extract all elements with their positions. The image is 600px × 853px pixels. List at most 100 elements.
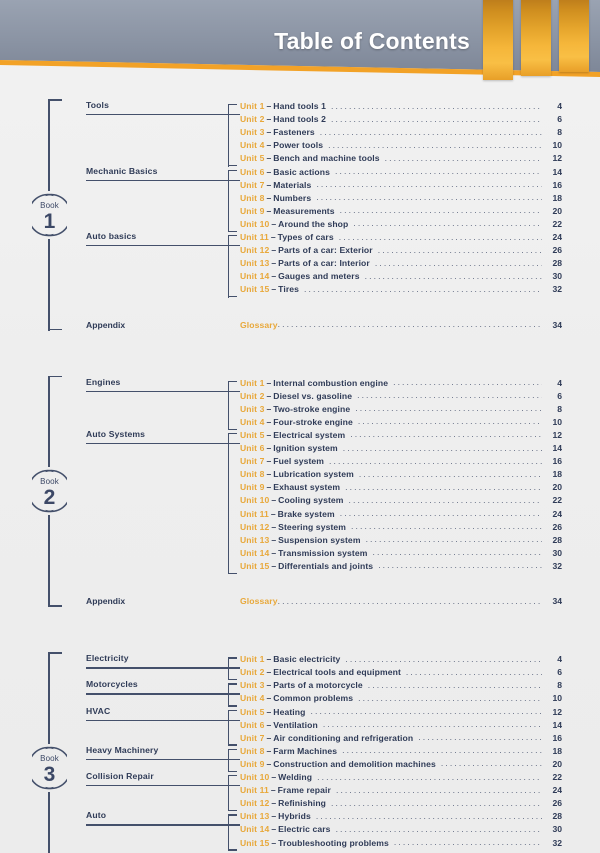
toc-entry[interactable]: Unit 11– Frame repair....................… <box>240 785 562 798</box>
toc-entry[interactable]: Unit 13– Parts of a car: Interior........… <box>240 258 562 271</box>
toc-page: Table of Contents Book 1 Tools Unit 1– Hand … <box>0 0 600 853</box>
category-unit-bracket <box>228 380 237 430</box>
toc-entry[interactable]: Unit 7– Air conditioning and refrigeratio… <box>240 732 562 746</box>
toc-entry-dash: – <box>271 824 277 835</box>
toc-entry-title: Power tools <box>273 140 324 151</box>
toc-entry[interactable]: Unit 1– Hand tools 1.....................… <box>240 101 562 114</box>
glossary-label: Glossary <box>240 596 278 607</box>
toc-entry[interactable]: Unit 2– Diesel vs. gasoline..............… <box>240 390 562 404</box>
toc-entry[interactable]: Unit 8– Lubrication system...............… <box>240 469 562 482</box>
toc-entry-dash: – <box>266 693 272 704</box>
book-bracket-line-lower <box>48 791 50 853</box>
toc-entry-title: Heating <box>273 706 306 717</box>
toc-entry[interactable]: Unit 13– Suspension system...............… <box>240 534 562 548</box>
toc-entry[interactable]: Unit 9– Construction and demolition machi… <box>240 758 562 772</box>
book-bracket-line-lower <box>48 515 50 608</box>
category-rule <box>86 667 232 669</box>
toc-entry-leader-dots: ........................................… <box>328 139 542 150</box>
toc-entry-title: Numbers <box>273 192 312 203</box>
toc-entry-dash: – <box>266 719 272 730</box>
toc-entry-dash: – <box>270 232 276 242</box>
category-rule <box>86 179 232 181</box>
toc-entry[interactable]: Unit 3– Parts of a motorcycle............… <box>240 680 562 693</box>
toc-entry-title: Fuel system <box>273 456 325 467</box>
category-group: Mechanic Basics <box>86 165 234 181</box>
toc-entry[interactable]: Unit 14– Gauges and meters...............… <box>240 271 562 284</box>
unit-bracket-tick-bottom <box>228 296 237 298</box>
toc-entry[interactable]: Unit 5– Electrical system................… <box>240 429 562 443</box>
book-badge-number: 3 <box>43 762 56 786</box>
glossary-entry[interactable]: Glossary................................… <box>240 319 562 333</box>
toc-entry-page-number: 6 <box>557 390 562 401</box>
toc-entry-leader-dots: ........................................… <box>355 403 542 414</box>
book-bracket-tick-top <box>48 652 62 654</box>
category-rule <box>86 114 232 116</box>
toc-entry-unit-number: Unit 15 <box>240 837 270 848</box>
glossary-entry[interactable]: Glossary................................… <box>240 596 562 609</box>
toc-entry[interactable]: Unit 9– Measurements.....................… <box>240 205 562 219</box>
toc-entry-dash: – <box>266 377 272 388</box>
category-label: Collision Repair <box>86 771 154 782</box>
toc-entry[interactable]: Unit 6– Ignition system..................… <box>240 443 562 456</box>
toc-entry[interactable]: Unit 1– Basic electricity................… <box>240 654 562 667</box>
toc-entry[interactable]: Unit 2– Electrical tools and equipment...… <box>240 667 562 680</box>
toc-entry-unit-number: Unit 2 <box>240 667 265 678</box>
toc-entry[interactable]: Unit 6– Basic actions....................… <box>240 166 562 180</box>
toc-entry-leader-dots: ........................................… <box>331 113 542 124</box>
toc-entry-title: Exhaust system <box>273 482 341 493</box>
book-section: Book 2 Engines Unit 1– Internal combustion e… <box>0 369 600 620</box>
toc-entry[interactable]: Unit 15– Differentials and joints........… <box>240 560 562 574</box>
toc-entry[interactable]: Unit 12– Refinishing.....................… <box>240 798 562 811</box>
toc-entry[interactable]: Unit 8– Farm Machines....................… <box>240 745 562 759</box>
toc-entry[interactable]: Unit 1– Internal combustion engine.......… <box>240 377 562 391</box>
toc-entry-title: Electrical tools and equipment <box>273 667 401 678</box>
toc-entry-title: Air conditioning and refrigeration <box>273 732 414 743</box>
toc-entry[interactable]: Unit 10– Around the shop.................… <box>240 218 562 232</box>
toc-entry-dash: – <box>271 284 277 295</box>
toc-entry[interactable]: Unit 11– Brake system....................… <box>240 508 562 522</box>
toc-entry-unit-number: Unit 9 <box>240 205 265 216</box>
toc-entry-title: Two-stroke engine <box>273 403 351 414</box>
toc-entry[interactable]: Unit 5– Bench and machine tools..........… <box>240 153 562 166</box>
toc-entry[interactable]: Unit 13– Hybrids.........................… <box>240 811 562 824</box>
toc-entry[interactable]: Unit 10– Welding.........................… <box>240 772 562 785</box>
toc-entry-dash: – <box>266 667 272 678</box>
toc-entry[interactable]: Unit 14– Electric cars...................… <box>240 824 562 837</box>
toc-entry[interactable]: Unit 15– Troubleshooting problems........… <box>240 837 562 851</box>
toc-entry-leader-dots: ........................................… <box>351 521 542 532</box>
toc-entry[interactable]: Unit 4– Common problems..................… <box>240 693 562 706</box>
toc-entry[interactable]: Unit 12– Parts of a car: Exterior........… <box>240 245 562 258</box>
toc-entry[interactable]: Unit 14– Transmission system.............… <box>240 547 562 561</box>
toc-entry[interactable]: Unit 8– Numbers..........................… <box>240 192 562 206</box>
toc-entry[interactable]: Unit 11– Types of cars...................… <box>240 232 562 245</box>
toc-entry[interactable]: Unit 7– Fuel system......................… <box>240 456 562 469</box>
toc-entry[interactable]: Unit 9– Exhaust system...................… <box>240 482 562 495</box>
toc-entry[interactable]: Unit 2– Hand tools 2.....................… <box>240 114 562 127</box>
toc-entry-dash: – <box>266 179 272 190</box>
toc-entry-page-number: 10 <box>552 416 562 427</box>
unit-bracket-tick-top <box>228 104 237 106</box>
toc-entry[interactable]: Unit 3– Two-stroke engine................… <box>240 403 562 417</box>
toc-entry[interactable]: Unit 12– Steering system.................… <box>240 521 562 535</box>
toc-entry[interactable]: Unit 10– Cooling system..................… <box>240 495 562 508</box>
toc-entry[interactable]: Unit 3– Fasteners........................… <box>240 127 562 140</box>
category-label: Auto <box>86 810 107 821</box>
toc-entry[interactable]: Unit 7– Materials........................… <box>240 179 562 193</box>
toc-entry-leader-dots: ........................................… <box>350 429 542 440</box>
toc-entry-page-number: 16 <box>552 732 562 743</box>
toc-entry-title: Ignition system <box>273 443 338 454</box>
toc-entry[interactable]: Unit 4– Power tools......................… <box>240 140 562 153</box>
toc-entry-unit-number: Unit 3 <box>240 680 265 691</box>
toc-entry[interactable]: Unit 6– Ventilation......................… <box>240 719 562 733</box>
toc-entry-title: Types of cars <box>277 232 334 242</box>
unit-bracket-tick-top <box>228 432 237 435</box>
toc-entry[interactable]: Unit 15– Tires...........................… <box>240 284 562 297</box>
category-label: Mechanic Basics <box>86 165 158 176</box>
toc-entry-title: Troubleshooting problems <box>278 837 389 848</box>
book-badge-number: 2 <box>43 486 56 510</box>
toc-entry-dash: – <box>271 495 277 506</box>
toc-entry-unit-number: Unit 9 <box>240 482 265 493</box>
toc-entry[interactable]: Unit 5– Heating..........................… <box>240 706 562 720</box>
toc-entry[interactable]: Unit 4– Four-stroke engine...............… <box>240 416 562 430</box>
category-label: Electricity <box>86 653 129 664</box>
